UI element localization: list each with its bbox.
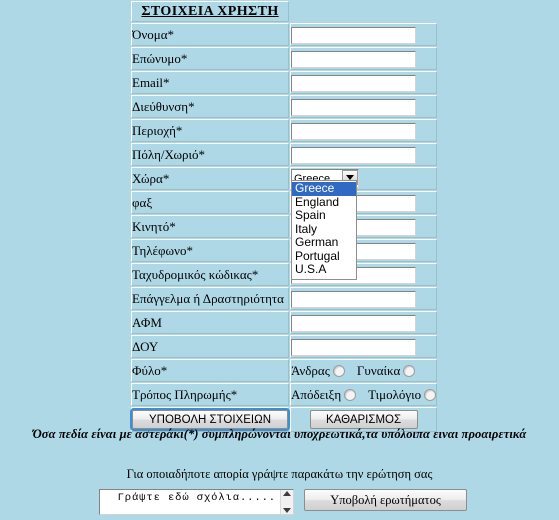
input-14[interactable] [291, 338, 416, 356]
table-row: φαξ [131, 191, 438, 214]
country-dropdown-list[interactable]: Greece England Spain Italy German Portugal U.S… [291, 180, 357, 280]
field-label: Διεύθυνση* [131, 95, 289, 118]
radio-receipt[interactable] [344, 388, 357, 401]
input-6[interactable] [291, 146, 416, 164]
submit-question-button[interactable]: Υποβολή ερωτήματος [304, 489, 467, 511]
input-1[interactable] [291, 26, 416, 44]
field-label: Επάγγελμα ή Δραστηριότητα [131, 287, 289, 310]
field-label: Ταχυδρομικός κώδικας* [131, 263, 289, 286]
field-label: Περιοχή* [131, 119, 289, 142]
page-title: ΣΤΟΙΧΕΙΑ ΧΡΗΣΤΗ [131, 1, 289, 22]
table-row: Φύλο* Άνδρας Γυναίκα [131, 359, 438, 382]
table-row: Ταχυδρομικός κώδικας* [131, 263, 438, 286]
input-5[interactable] [291, 122, 416, 140]
field-cell [290, 287, 438, 310]
header-blank-cell [290, 1, 438, 22]
table-row: Περιοχή* [131, 119, 438, 142]
country-option[interactable]: Greece [292, 182, 356, 196]
field-cell [290, 311, 438, 334]
country-option[interactable]: England [292, 195, 356, 210]
field-cell [290, 95, 438, 118]
radio-female[interactable] [403, 364, 416, 377]
comment-row: Γράψτε εδώ σχόλια..... Υποβολή ερωτήματο… [99, 489, 467, 515]
field-cell [290, 71, 438, 94]
field-label: φαξ [131, 191, 289, 214]
table-row: Όνομα* [131, 23, 438, 46]
field-label: Όνομα* [131, 23, 289, 46]
field-cell [290, 47, 438, 70]
comment-textarea-text: Γράψτε εδώ σχόλια..... [117, 492, 276, 504]
field-cell: Απόδειξη Τιμολόγιο [290, 383, 438, 406]
required-fields-note: Όσα πεδία είναι με αστεράκι(*) συμπληρών… [32, 427, 527, 441]
radio-group: Απόδειξη Τιμολόγιο [291, 386, 437, 403]
comment-scrollbar[interactable] [280, 490, 293, 514]
country-option[interactable]: Italy [292, 222, 356, 237]
table-row: Email* [131, 71, 438, 94]
field-label: Επώνυμο* [131, 47, 289, 70]
field-cell [290, 23, 438, 46]
table-row: Διεύθυνση* [131, 95, 438, 118]
field-label: ΑΦΜ [131, 311, 289, 334]
radio-group: Άνδρας Γυναίκα [291, 363, 436, 379]
table-row: Επώνυμο* [131, 47, 438, 70]
input-13[interactable] [291, 314, 416, 332]
country-option[interactable]: U.S.A [292, 263, 356, 277]
input-12[interactable] [291, 290, 416, 308]
table-header-row: ΣΤΟΙΧΕΙΑ ΧΡΗΣΤΗ [131, 1, 438, 22]
country-option[interactable]: German [292, 236, 356, 250]
radio-receipt-label: Απόδειξη [291, 386, 342, 402]
field-label: ΔΟΥ [131, 335, 289, 358]
radio-female-label: Γυναίκα [356, 362, 401, 378]
table-row: Τρόπος Πληρωμής* Απόδειξη Τιμολόγιο [131, 383, 438, 406]
field-label: Πόλη/Χωριό* [131, 143, 289, 166]
table-row: Τηλέφωνο* [131, 239, 438, 262]
radio-male[interactable] [332, 364, 345, 377]
input-2[interactable] [291, 50, 416, 68]
table-row: Χώρα* Greece [131, 167, 438, 190]
field-label: Τηλέφωνο* [131, 239, 289, 262]
field-cell [290, 335, 438, 358]
field-label: Κινητό* [131, 215, 289, 238]
table-row: Πόλη/Χωριό* [131, 143, 438, 166]
field-label: Χώρα* [131, 167, 289, 190]
country-option[interactable]: Portugal [292, 249, 356, 264]
field-label: Email* [131, 71, 289, 94]
table-row: Κινητό* [131, 215, 438, 238]
input-3[interactable] [291, 74, 416, 92]
comment-textarea[interactable]: Γράψτε εδώ σχόλια..... [99, 489, 294, 515]
field-cell [290, 143, 438, 166]
radio-invoice-label: Τιμολόγιο [368, 386, 422, 402]
table-row: ΔΟΥ [131, 335, 438, 358]
user-details-form-table: ΣΤΟΙΧΕΙΑ ΧΡΗΣΤΗ Όνομα* Επώνυμο* Email* Διεύθ… [130, 0, 438, 433]
field-cell: Άνδρας Γυναίκα [290, 359, 438, 382]
field-label: Φύλο* [131, 359, 289, 382]
radio-male-label: Άνδρας [291, 362, 330, 378]
question-instructions-note: Για οποιαδήποτε απορία γράψτε παρακάτω τ… [126, 467, 433, 481]
country-option[interactable]: Spain [292, 209, 356, 223]
input-4[interactable] [291, 98, 416, 116]
table-row: Επάγγελμα ή Δραστηριότητα [131, 287, 438, 310]
field-label: Τρόπος Πληρωμής* [131, 383, 289, 406]
scroll-up-icon[interactable] [283, 491, 291, 496]
scroll-down-icon[interactable] [283, 508, 291, 513]
table-row: ΑΦΜ [131, 311, 438, 334]
field-cell [290, 119, 438, 142]
radio-invoice[interactable] [424, 388, 437, 401]
